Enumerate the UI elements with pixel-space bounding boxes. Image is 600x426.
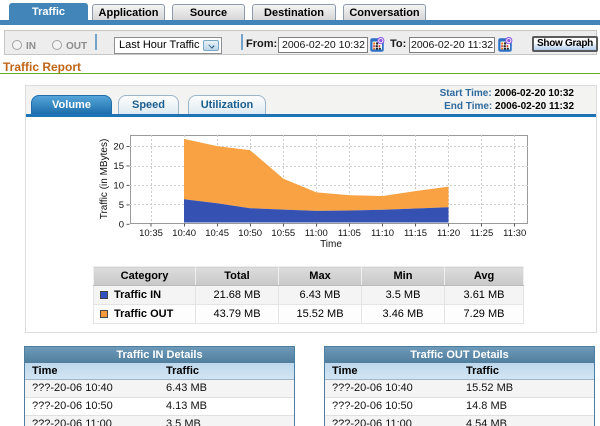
svg-text:5: 5 bbox=[119, 200, 124, 211]
svg-text:10:55: 10:55 bbox=[271, 228, 295, 239]
svg-text:15: 15 bbox=[113, 161, 124, 172]
svg-text:11:05: 11:05 bbox=[338, 228, 361, 239]
svg-text:10: 10 bbox=[113, 181, 124, 192]
svg-text:Time: Time bbox=[320, 239, 342, 250]
svg-text:11:30: 11:30 bbox=[503, 228, 526, 239]
svg-text:10:50: 10:50 bbox=[238, 228, 262, 239]
svg-text:11:10: 11:10 bbox=[371, 228, 394, 239]
svg-text:11:20: 11:20 bbox=[437, 228, 460, 239]
svg-text:11:25: 11:25 bbox=[470, 228, 493, 239]
svg-text:20: 20 bbox=[113, 142, 124, 153]
svg-text:0: 0 bbox=[119, 220, 124, 231]
svg-text:10:35: 10:35 bbox=[139, 228, 163, 239]
svg-text:10:45: 10:45 bbox=[205, 228, 229, 239]
svg-text:10:40: 10:40 bbox=[172, 228, 196, 239]
svg-text:11:15: 11:15 bbox=[404, 228, 427, 239]
svg-text:11:00: 11:00 bbox=[305, 228, 328, 239]
svg-text:Traffic (in MBytes): Traffic (in MBytes) bbox=[99, 139, 110, 220]
